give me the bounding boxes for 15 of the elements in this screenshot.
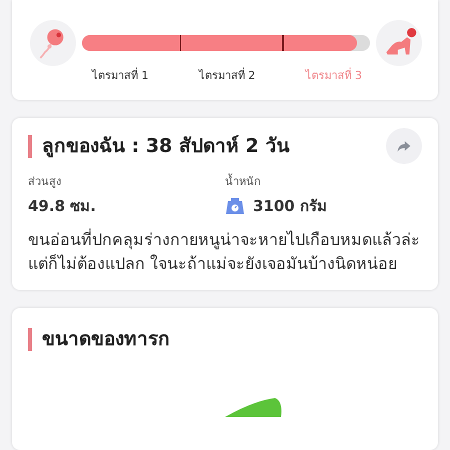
scale-icon bbox=[225, 196, 245, 216]
trimester-label: ไตรมาสที่ 3 bbox=[306, 66, 362, 84]
trimester-label: ไตรมาสที่ 2 bbox=[198, 66, 256, 84]
card-title: ลูกของฉัน : 38 สัปดาห์ 2 วัน bbox=[28, 135, 290, 158]
weight-value: 3100 กรัม bbox=[253, 196, 327, 218]
height-value: 49.8 ซม. bbox=[28, 196, 97, 218]
trimester-label: ไตรมาสที่ 1 bbox=[92, 66, 148, 84]
share-button[interactable] bbox=[386, 128, 422, 164]
card-title: ขนาดของทารก bbox=[28, 328, 170, 352]
sperm-egg-icon bbox=[30, 20, 76, 66]
crawling-baby-icon bbox=[376, 20, 422, 66]
height-label: ส่วนสูง bbox=[28, 174, 62, 190]
weight-label: น้ำหนัก bbox=[225, 172, 262, 190]
description-text: ขนอ่อนที่ปกคลุมร่างกายหนูน่าจะหายไปเกือบหมดแล้วล่ะ แต่ก็ไม่ต้องแปลก ใจนะถ้าแม่จะยังเจอมันบ้างนิดหน่อย bbox=[28, 228, 421, 276]
leaf-drawing bbox=[223, 397, 283, 418]
